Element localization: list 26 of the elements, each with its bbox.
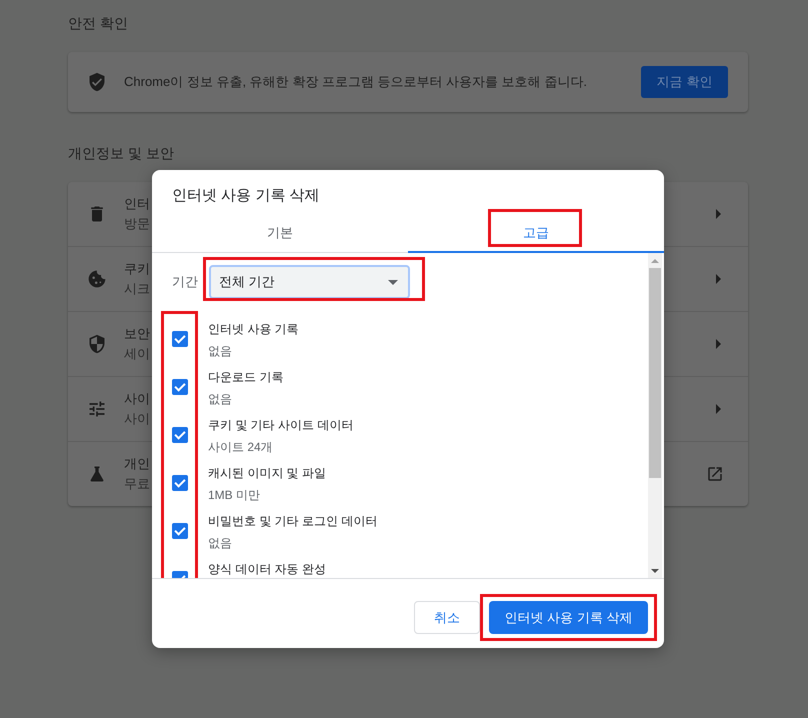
item-title: 인터넷 사용 기록 bbox=[208, 321, 299, 338]
row-title: 사이 bbox=[124, 390, 150, 408]
safety-description: Chrome이 정보 유출, 유해한 확장 프로그램 등으로부터 사용자를 보호해 줍니다. bbox=[124, 73, 588, 91]
item-detail: 없음 bbox=[208, 535, 233, 552]
item-detail: 없음 bbox=[208, 391, 233, 408]
item-detail: 사이트 24개 bbox=[208, 439, 274, 456]
row-title: 쿠키 bbox=[124, 260, 150, 278]
item-title: 양식 데이터 자동 완성 bbox=[208, 561, 326, 578]
item-detail: 1MB 미만 bbox=[208, 487, 262, 504]
item-detail: 없음 bbox=[208, 343, 233, 360]
item-title: 다운로드 기록 bbox=[208, 369, 284, 386]
section-heading: 안전 확인 bbox=[68, 14, 129, 33]
row-title: 인터 bbox=[124, 195, 150, 213]
row-subtitle: 시크 bbox=[124, 280, 150, 298]
item-title: 캐시된 이미지 및 파일 bbox=[208, 465, 326, 482]
section-heading: 개인정보 및 보안 bbox=[68, 144, 175, 163]
row-title: 개인 bbox=[124, 455, 150, 473]
row-subtitle: 세이 bbox=[124, 345, 150, 363]
row-subtitle: 무료 bbox=[124, 475, 150, 493]
row-subtitle: 방문 bbox=[124, 215, 150, 233]
row-title: 보안 bbox=[124, 325, 150, 343]
item-title: 쿠키 및 기타 사이트 데이터 bbox=[208, 417, 354, 434]
item-title: 비밀번호 및 기타 로그인 데이터 bbox=[208, 513, 378, 530]
row-subtitle: 사이 bbox=[124, 410, 150, 428]
period-label: 기간 bbox=[172, 273, 199, 291]
dialog-title: 인터넷 사용 기록 삭제 bbox=[171, 186, 321, 206]
